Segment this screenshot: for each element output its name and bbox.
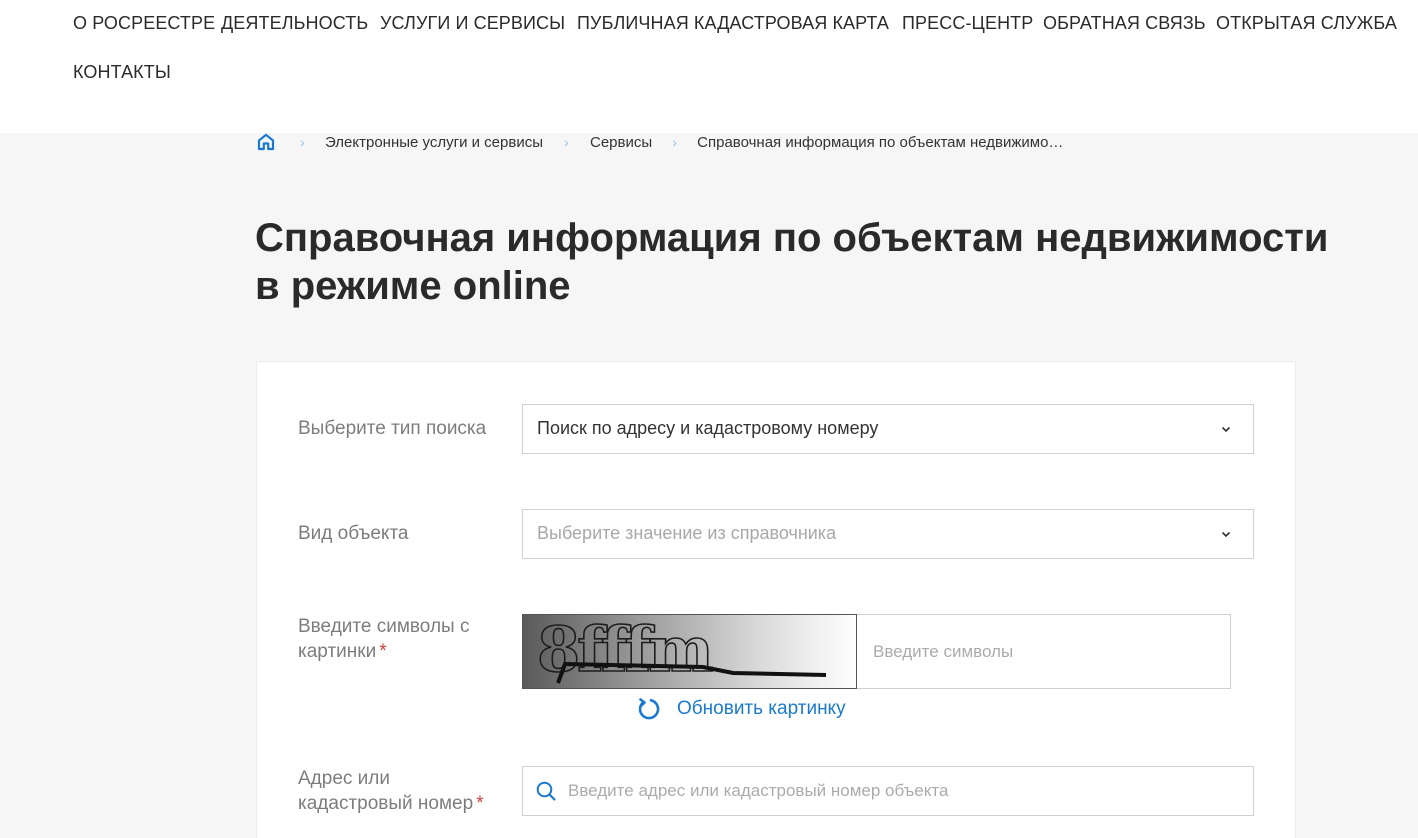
address-search-field[interactable] xyxy=(522,766,1254,816)
required-mark: * xyxy=(379,641,387,662)
object-type-label: Вид объекта xyxy=(298,523,409,544)
search-type-select[interactable]: Поиск по адресу и кадастровому номеру xyxy=(522,404,1254,454)
nav-item-contacts[interactable]: КОНТАКТЫ xyxy=(73,62,171,83)
search-type-label: Выберите тип поиска xyxy=(298,418,487,439)
captcha-input[interactable] xyxy=(857,614,1231,689)
breadcrumb-separator: › xyxy=(564,134,569,150)
nav-item-about[interactable]: О РОСРЕЕСТРЕ xyxy=(73,13,215,34)
required-mark: * xyxy=(476,793,484,814)
page-title: Справочная информация по объектам недвиж… xyxy=(255,214,1335,310)
chevron-down-icon xyxy=(1221,531,1231,538)
page-title-line1: Справочная информация по объектам недвиж… xyxy=(255,216,1329,260)
refresh-captcha-label: Обновить картинку xyxy=(677,698,846,719)
nav-item-open-service[interactable]: ОТКРЫТАЯ СЛУЖБА xyxy=(1216,13,1397,34)
nav-item-services[interactable]: УСЛУГИ И СЕРВИСЫ xyxy=(380,13,565,34)
nav-item-feedback[interactable]: ОБРАТНАЯ СВЯЗЬ xyxy=(1043,13,1206,34)
refresh-captcha-button[interactable]: Обновить картинку xyxy=(636,696,846,722)
captcha-label-line2: картинки xyxy=(298,641,377,662)
search-icon xyxy=(536,781,556,801)
refresh-icon xyxy=(638,698,660,720)
address-label-line2: кадастровый номер xyxy=(298,793,474,814)
object-type-select[interactable]: Выберите значение из справочника xyxy=(522,509,1254,559)
top-navigation: О РОСРЕЕСТРЕ ДЕЯТЕЛЬНОСТЬ УСЛУГИ И СЕРВИ… xyxy=(0,0,1418,133)
address-label-line1: Адрес или xyxy=(298,768,390,789)
nav-item-activity[interactable]: ДЕЯТЕЛЬНОСТЬ xyxy=(221,13,368,34)
breadcrumb-separator: › xyxy=(300,134,305,150)
breadcrumb: › Электронные услуги и сервисы › Сервисы… xyxy=(256,130,1063,154)
captcha-label: Введите символы с картинки * xyxy=(298,614,469,664)
object-type-placeholder: Выберите значение из справочника xyxy=(537,523,837,543)
breadcrumb-item-electronic-services[interactable]: Электронные услуги и сервисы xyxy=(325,134,543,151)
page-title-line2: в режиме online xyxy=(255,264,571,308)
nav-item-press-center[interactable]: ПРЕСС-ЦЕНТР xyxy=(902,13,1033,34)
address-label: Адрес или кадастровый номер * xyxy=(298,766,484,816)
address-input[interactable] xyxy=(568,767,1248,815)
breadcrumb-item-current: Справочная информация по объектам недвиж… xyxy=(697,133,1064,151)
captcha-text: 8fffm xyxy=(537,615,713,686)
search-type-value: Поиск по адресу и кадастровому номеру xyxy=(537,418,879,438)
breadcrumb-separator: › xyxy=(672,134,677,150)
captcha-label-line1: Введите символы с xyxy=(298,616,470,637)
nav-item-cadastral-map[interactable]: ПУБЛИЧНАЯ КАДАСТРОВАЯ КАРТА xyxy=(577,13,889,34)
home-icon[interactable] xyxy=(256,132,276,152)
chevron-down-icon xyxy=(1221,426,1231,433)
breadcrumb-item-services[interactable]: Сервисы xyxy=(590,134,652,151)
captcha-image: 8fffm xyxy=(522,614,857,689)
